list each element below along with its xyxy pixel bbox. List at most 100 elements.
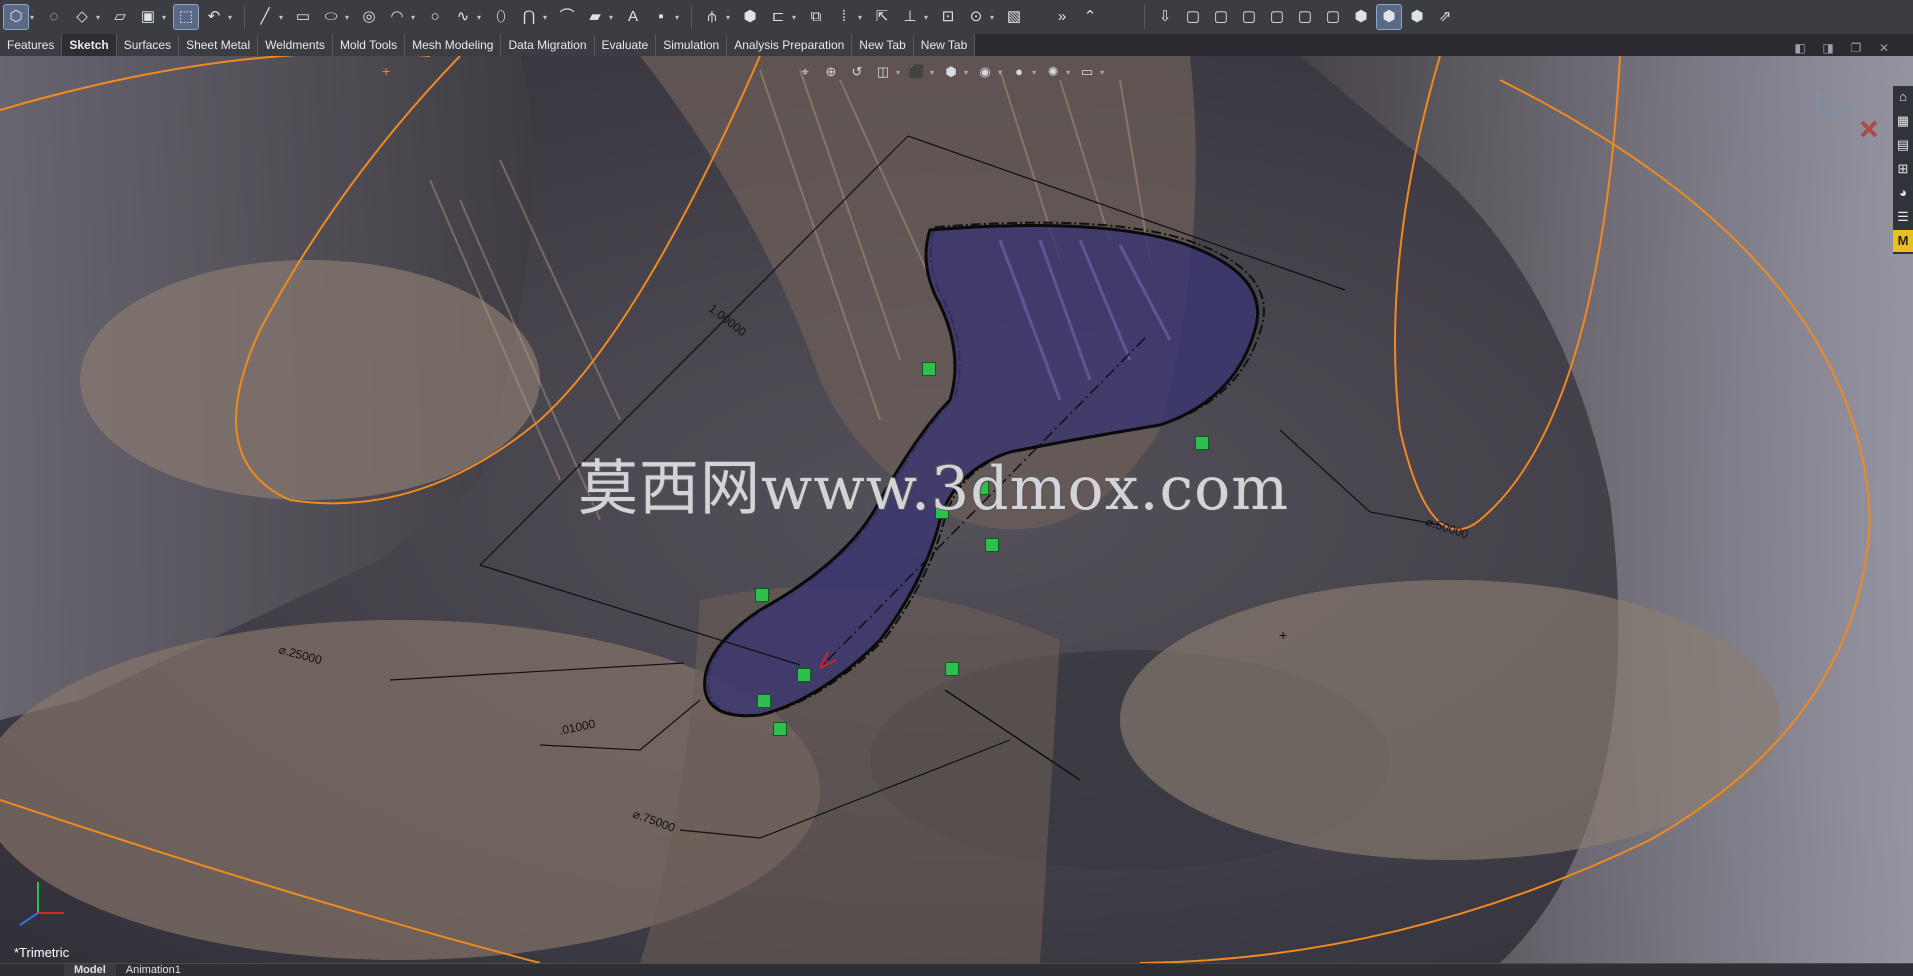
dropdown-arrow-icon[interactable]: ▾ — [1100, 68, 1104, 77]
left-view-icon[interactable]: ▢ — [1237, 5, 1261, 29]
dropdown-arrow-icon[interactable]: ▾ — [930, 68, 934, 77]
trim-icon[interactable]: ⫛ — [700, 5, 724, 29]
section-view-icon[interactable]: ◫ — [873, 63, 893, 81]
dropdown-arrow-icon[interactable]: ▾ — [1066, 68, 1070, 77]
rectangle-icon[interactable]: ▭ — [291, 5, 315, 29]
dropdown-arrow-icon[interactable]: ▾ — [477, 13, 485, 22]
dropdown-arrow-icon[interactable]: ▾ — [543, 13, 551, 22]
repair-icon[interactable]: ⊡ — [936, 5, 960, 29]
dropdown-arrow-icon[interactable]: ▾ — [896, 68, 900, 77]
relation-coincident-icon[interactable] — [797, 668, 811, 682]
mirror-icon[interactable]: ⧉ — [804, 5, 828, 29]
home-icon[interactable]: ⌂ — [1893, 86, 1913, 108]
dropdown-arrow-icon[interactable]: ▾ — [162, 13, 170, 22]
line-icon[interactable]: ╱ — [253, 5, 277, 29]
tab-sketch[interactable]: Sketch — [62, 34, 117, 56]
appearances-icon[interactable]: ◕ — [1893, 182, 1913, 204]
point-icon[interactable]: ▪ — [649, 5, 673, 29]
dropdown-arrow-icon[interactable]: ▾ — [279, 13, 287, 22]
quick-snaps-icon[interactable]: ⊙ — [964, 5, 988, 29]
view-orientation-icon[interactable]: ⇩ — [1153, 5, 1177, 29]
isometric-view-icon[interactable]: ⬢ — [1349, 5, 1373, 29]
view-orientation-hud-icon[interactable]: ⬛ — [907, 63, 927, 81]
tile-left-icon[interactable]: ◧ — [1789, 40, 1811, 56]
arc-icon[interactable]: ◠ — [385, 5, 409, 29]
relation-tangent-icon[interactable] — [922, 362, 936, 376]
tab-new-tab[interactable]: New Tab — [852, 34, 914, 56]
custom-properties-icon[interactable]: ☰ — [1893, 206, 1913, 228]
dropdown-arrow-icon[interactable]: ▾ — [345, 13, 353, 22]
dropdown-arrow-icon[interactable]: ▾ — [30, 13, 38, 22]
tile-right-icon[interactable]: ◨ — [1817, 40, 1839, 56]
dropdown-arrow-icon[interactable]: ▾ — [675, 13, 683, 22]
more-tools-icon[interactable]: » — [1050, 5, 1074, 29]
convert-icon[interactable]: ⬢ — [738, 5, 762, 29]
hide-show-icon[interactable]: ◉ — [975, 63, 995, 81]
relation-tangent-icon[interactable] — [945, 662, 959, 676]
scenes-icon[interactable]: ✺ — [1043, 63, 1063, 81]
slot-icon[interactable]: ⬭ — [319, 5, 343, 29]
relation-tangent-icon[interactable] — [755, 588, 769, 602]
relation-equal-icon[interactable] — [757, 694, 771, 708]
exit-sketch-icon[interactable]: ⬚ — [173, 4, 199, 30]
3d-sketch-icon[interactable]: ◇ — [70, 5, 94, 29]
dropdown-arrow-icon[interactable]: ▾ — [964, 68, 968, 77]
move-icon[interactable]: ⇱ — [870, 5, 894, 29]
conic-icon[interactable]: ⋂ — [517, 5, 541, 29]
dropdown-arrow-icon[interactable]: ▾ — [990, 13, 998, 22]
tab-mesh-modeling[interactable]: Mesh Modeling — [405, 34, 502, 56]
display-style-icon[interactable]: ⬢ — [941, 63, 961, 81]
tab-mold-tools[interactable]: Mold Tools — [333, 34, 406, 56]
design-library-icon[interactable]: ▦ — [1893, 110, 1913, 132]
zoom-area-icon[interactable]: ⊕ — [821, 63, 841, 81]
restore-icon[interactable]: ❐ — [1845, 40, 1867, 56]
dropdown-arrow-icon[interactable]: ▾ — [726, 13, 734, 22]
previous-view-icon[interactable]: ↺ — [847, 63, 867, 81]
dropdown-arrow-icon[interactable]: ▾ — [858, 13, 866, 22]
tab-evaluate[interactable]: Evaluate — [595, 34, 657, 56]
tab-weldments[interactable]: Weldments — [258, 34, 333, 56]
text-icon[interactable]: A — [621, 5, 645, 29]
close-icon[interactable]: ✕ — [1873, 40, 1895, 56]
view-settings-icon[interactable]: ▭ — [1077, 63, 1097, 81]
dropdown-arrow-icon[interactable]: ▾ — [96, 13, 104, 22]
tab-data-migration[interactable]: Data Migration — [501, 34, 595, 56]
dropdown-arrow-icon[interactable]: ▾ — [998, 68, 1002, 77]
dropdown-arrow-icon[interactable]: ▾ — [411, 13, 419, 22]
back-view-icon[interactable]: ▢ — [1209, 5, 1233, 29]
polygon-icon[interactable]: ○ — [423, 5, 447, 29]
front-view-icon[interactable]: ▢ — [1181, 5, 1205, 29]
dropdown-arrow-icon[interactable]: ▾ — [792, 13, 800, 22]
dropdown-arrow-icon[interactable]: ▾ — [228, 13, 236, 22]
view-palette-icon[interactable]: ⊞ — [1893, 158, 1913, 180]
sketch-icon[interactable]: ⬡ — [3, 4, 29, 30]
dropdown-arrow-icon[interactable]: ▾ — [924, 13, 932, 22]
bottom-view-icon[interactable]: ▢ — [1321, 5, 1345, 29]
dimetric-view-icon[interactable]: ⬢ — [1405, 5, 1429, 29]
tab-analysis-preparation[interactable]: Analysis Preparation — [727, 34, 853, 56]
dropdown-arrow-icon[interactable]: ▾ — [609, 13, 617, 22]
circle-icon[interactable]: ◎ — [357, 5, 381, 29]
trimetric-view-icon[interactable]: ⬢ — [1376, 4, 1402, 30]
tab-features[interactable]: Features — [0, 34, 63, 56]
tab-animation1[interactable]: Animation1 — [116, 964, 191, 976]
normal-to-icon[interactable]: ⇗ — [1433, 5, 1457, 29]
collapse-toolbar-icon[interactable]: ⌃ — [1078, 5, 1102, 29]
mold-icon[interactable]: M — [1893, 230, 1913, 252]
sketch-plane-icon[interactable]: ▱ — [108, 5, 132, 29]
right-view-icon[interactable]: ▢ — [1265, 5, 1289, 29]
confirmation-corner[interactable] — [1812, 86, 1882, 146]
tab-surfaces[interactable]: Surfaces — [117, 34, 180, 56]
dropdown-arrow-icon[interactable]: ▾ — [1032, 68, 1036, 77]
pattern-icon[interactable]: ⁞ — [832, 5, 856, 29]
edit-appearance-icon[interactable]: ● — [1009, 63, 1029, 81]
instant2d-icon[interactable]: ▧ — [1002, 5, 1026, 29]
ellipse-icon[interactable]: ⬯ — [489, 5, 513, 29]
zoom-to-fit-icon[interactable]: ⌖ — [795, 63, 815, 81]
spline-icon[interactable]: ∿ — [451, 5, 475, 29]
smart-dimension-icon[interactable]: ◌ — [42, 5, 66, 29]
save-sketch-icon[interactable]: ▣ — [136, 5, 160, 29]
tab-sheet-metal[interactable]: Sheet Metal — [179, 34, 259, 56]
relations-icon[interactable]: ⊥ — [898, 5, 922, 29]
fillet-icon[interactable]: ⌒ — [555, 5, 579, 29]
